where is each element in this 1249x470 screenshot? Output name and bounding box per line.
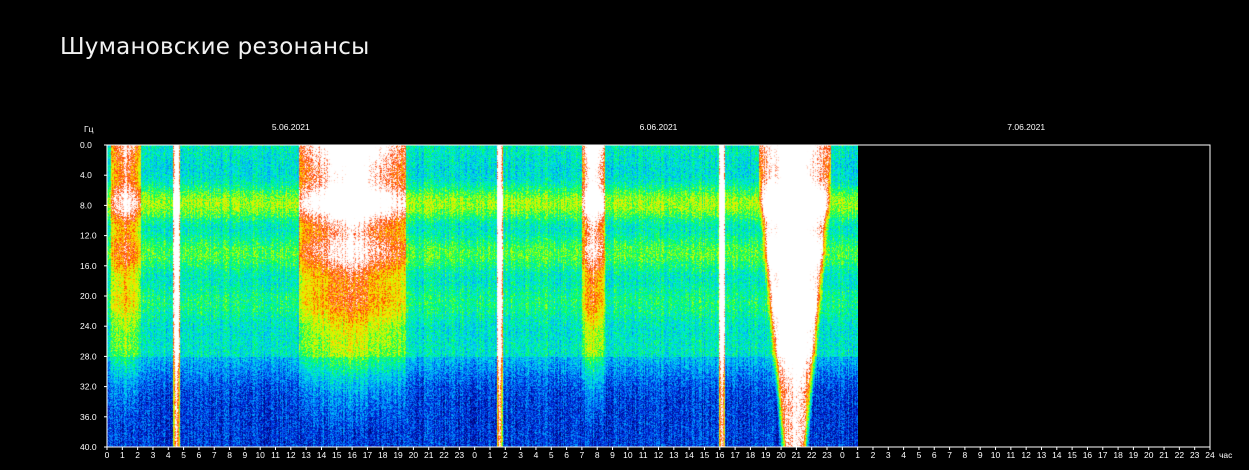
x-tick-label: 3 <box>151 450 156 460</box>
y-tick-label: 4.0 <box>80 170 92 180</box>
x-tick-label: 3 <box>518 450 523 460</box>
y-ticks: 0.0 4.0 8.0 12.0 16.0 20.0 24.0 28.0 32.0 36.0 40.… <box>80 140 107 452</box>
x-tick-label: 6 <box>197 450 202 460</box>
x-tick-label: 8 <box>963 450 968 460</box>
x-tick-label: 12 <box>654 450 664 460</box>
x-tick-label: 0 <box>840 450 845 460</box>
y-tick-label: 32.0 <box>80 382 97 392</box>
y-tick-label: 0.0 <box>80 140 92 150</box>
x-tick-label: 16 <box>1083 450 1093 460</box>
x-tick-label: 6 <box>564 450 569 460</box>
x-tick-label: 20 <box>776 450 786 460</box>
date-label: 7.06.2021 <box>1007 122 1045 132</box>
x-tick-label: 18 <box>1113 450 1123 460</box>
x-tick-label: 9 <box>243 450 248 460</box>
x-tick-label: 12 <box>1021 450 1031 460</box>
x-tick-label: 2 <box>135 450 140 460</box>
date-label: 5.06.2021 <box>272 122 310 132</box>
x-tick-label: 21 <box>1159 450 1169 460</box>
x-tick-label: 17 <box>363 450 373 460</box>
x-tick-label: 7 <box>212 450 217 460</box>
x-tick-label: 10 <box>991 450 1001 460</box>
x-tick-label: 19 <box>761 450 771 460</box>
x-tick-label: 22 <box>439 450 449 460</box>
x-axis-label: час <box>1219 450 1233 460</box>
x-tick-label: 11 <box>639 450 648 460</box>
x-tick-label: 4 <box>534 450 539 460</box>
x-tick-label: 22 <box>807 450 817 460</box>
spectrogram-chart: Гц 0.04.08.012.016.020.024.028.032.036.0… <box>80 122 1233 460</box>
y-tick-label: 24.0 <box>80 321 97 331</box>
x-tick-label: 19 <box>1129 450 1139 460</box>
x-tick-label: 1 <box>120 450 125 460</box>
x-tick-label: 12 <box>286 450 296 460</box>
x-tick-label: 10 <box>255 450 265 460</box>
x-tick-label: 17 <box>730 450 740 460</box>
y-axis-label: Гц <box>84 124 94 134</box>
x-tick-label: 5 <box>917 450 922 460</box>
x-tick-label: 20 <box>1144 450 1154 460</box>
x-tick-label: 2 <box>871 450 876 460</box>
x-tick-label: 6 <box>932 450 937 460</box>
x-tick-label: 15 <box>332 450 342 460</box>
x-tick-label: 1 <box>855 450 860 460</box>
x-tick-label: 7 <box>947 450 952 460</box>
x-tick-label: 9 <box>978 450 983 460</box>
x-tick-label: 21 <box>792 450 802 460</box>
y-tick-label: 36.0 <box>80 412 97 422</box>
x-tick-label: 7 <box>580 450 585 460</box>
x-tick-label: 8 <box>595 450 600 460</box>
x-tick-label: 16 <box>715 450 725 460</box>
x-tick-label: 0 <box>105 450 110 460</box>
x-tick-label: 13 <box>669 450 679 460</box>
x-tick-label: 24 <box>1205 450 1215 460</box>
x-tick-label: 23 <box>822 450 832 460</box>
x-tick-label: 19 <box>393 450 403 460</box>
y-tick-label: 28.0 <box>80 351 97 361</box>
x-tick-label: 10 <box>623 450 633 460</box>
x-tick-label: 2 <box>503 450 508 460</box>
x-tick-label: 3 <box>886 450 891 460</box>
x-tick-label: 21 <box>424 450 434 460</box>
x-tick-label: 18 <box>746 450 756 460</box>
x-tick-label: 23 <box>455 450 465 460</box>
y-tick-label: 20.0 <box>80 291 97 301</box>
date-labels: 5.06.2021 6.06.2021 7.06.2021 <box>272 122 1045 132</box>
x-ticks: 0 1 2 3 4 5 6 7 8 9 10 11 12 13 14 15 16 17 18 19 20 21 22 23 0 1… <box>105 447 1215 460</box>
spectrogram-image <box>107 145 858 447</box>
x-tick-label: 20 <box>409 450 419 460</box>
x-tick-label: 8 <box>227 450 232 460</box>
y-tick-label: 12.0 <box>80 231 97 241</box>
x-tick-label: 0 <box>472 450 477 460</box>
x-tick-label: 5 <box>181 450 186 460</box>
x-tick-label: 13 <box>1037 450 1047 460</box>
y-tick-label: 8.0 <box>80 200 92 210</box>
x-tick-label: 11 <box>1006 450 1015 460</box>
x-tick-label: 23 <box>1190 450 1200 460</box>
x-tick-label: 18 <box>378 450 388 460</box>
x-tick-label: 14 <box>1052 450 1062 460</box>
x-tick-label: 4 <box>166 450 171 460</box>
plot-area <box>107 145 858 447</box>
x-tick-label: 22 <box>1175 450 1185 460</box>
x-tick-label: 15 <box>1067 450 1077 460</box>
y-tick-label: 16.0 <box>80 261 97 271</box>
x-tick-label: 15 <box>700 450 710 460</box>
x-tick-label: 13 <box>301 450 311 460</box>
x-tick-label: 1 <box>488 450 493 460</box>
x-tick-label: 14 <box>317 450 327 460</box>
x-tick-label: 14 <box>684 450 694 460</box>
x-tick-label: 17 <box>1098 450 1108 460</box>
date-label: 6.06.2021 <box>640 122 678 132</box>
x-tick-label: 16 <box>347 450 357 460</box>
x-tick-label: 4 <box>901 450 906 460</box>
x-tick-label: 9 <box>610 450 615 460</box>
x-tick-label: 11 <box>271 450 280 460</box>
y-tick-label: 40.0 <box>80 442 97 452</box>
x-tick-label: 5 <box>549 450 554 460</box>
